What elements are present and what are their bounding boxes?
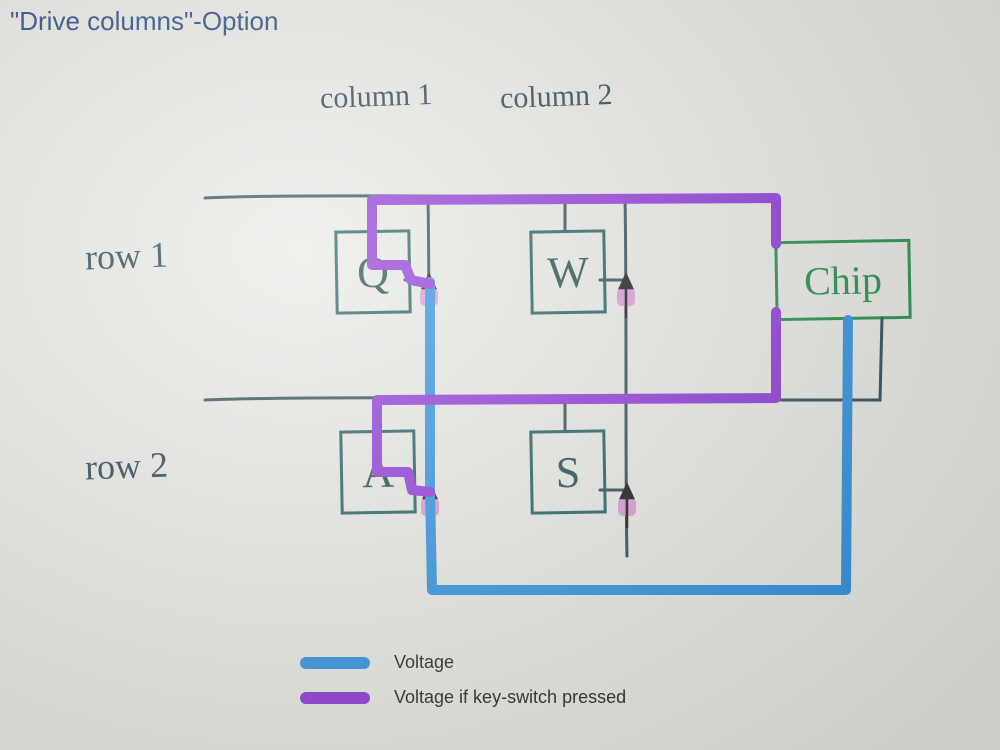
label-column-2: column 2 bbox=[499, 78, 613, 116]
legend-voltage-pressed-swatch bbox=[300, 692, 370, 704]
label-column-1: column 1 bbox=[319, 78, 433, 116]
label-row-1: row 1 bbox=[84, 234, 168, 279]
legend-voltage: Voltage bbox=[300, 652, 626, 673]
legend-voltage-pressed: Voltage if key-switch pressed bbox=[300, 687, 626, 708]
page-title: "Drive columns"-Option bbox=[10, 6, 278, 37]
key-w: W bbox=[529, 229, 606, 314]
key-q: Q bbox=[334, 229, 411, 314]
key-s: S bbox=[529, 429, 606, 514]
label-row-2: row 2 bbox=[84, 444, 168, 489]
chip-box: Chip bbox=[774, 239, 911, 321]
legend: Voltage Voltage if key-switch pressed bbox=[300, 652, 626, 722]
key-a: A bbox=[339, 429, 416, 514]
legend-voltage-swatch bbox=[300, 657, 370, 669]
legend-voltage-pressed-label: Voltage if key-switch pressed bbox=[394, 687, 626, 708]
legend-voltage-label: Voltage bbox=[394, 652, 454, 673]
